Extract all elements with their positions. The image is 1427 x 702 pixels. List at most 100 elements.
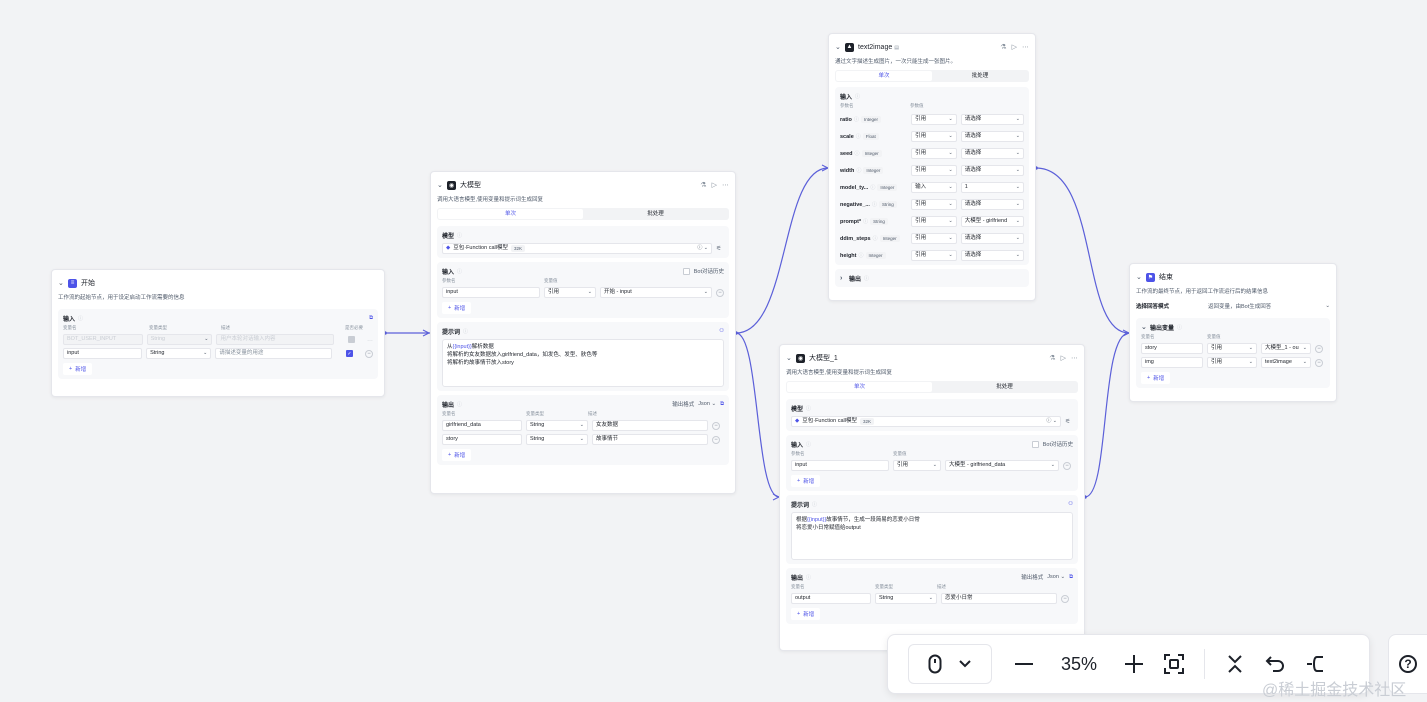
tab-batch[interactable]: 批处理 — [932, 71, 1028, 81]
edit-icon[interactable]: ⧉ — [1069, 574, 1073, 581]
end-node[interactable]: ⌄ ⚑ 结束 工作流的最终节点，用于返回工作流运行后的结果信息 选择回答模式 返… — [1129, 263, 1337, 402]
output-desc-field[interactable]: 女友数据 — [592, 420, 708, 431]
value-select[interactable]: 请选择 ⌄ — [960, 233, 1024, 244]
param-name-field[interactable]: input — [791, 460, 889, 471]
settings-icon[interactable]: ⚟ — [1065, 418, 1070, 425]
tab-single[interactable]: 单次 — [836, 71, 932, 81]
mode-select[interactable]: 引用 ⌄ — [1207, 343, 1257, 354]
remove-icon[interactable]: − — [1063, 461, 1071, 470]
prompt-editor[interactable]: 根据{{input}}故事情节，生成一段简易的恋爱小日常 将恋爱小日常赋值给ou… — [791, 512, 1073, 560]
var-name-field[interactable]: story — [1141, 343, 1203, 354]
remove-icon[interactable]: − — [365, 349, 373, 358]
value-select[interactable]: 请选择 ⌄ — [960, 114, 1024, 125]
start-node[interactable]: ⌄ ≡ 开始 工作流的起始节点，用于设定启动工作流需要的信息 输入 ⓘ ⧉ 变量名 … — [51, 269, 385, 397]
collapse-icon[interactable]: ⌄ — [437, 181, 443, 189]
debug-icon[interactable]: ⚗ — [1049, 354, 1055, 362]
more-icon[interactable]: ⋯ — [1071, 354, 1078, 362]
value-select[interactable]: 大模型 - girlfriend ⌄ — [960, 216, 1024, 227]
edit-icon[interactable]: ⧉ — [720, 401, 724, 408]
zoom-level[interactable]: 35% — [1044, 654, 1114, 675]
bot-history-checkbox[interactable] — [682, 267, 690, 275]
add-variable-button[interactable]: + 新增 — [63, 363, 93, 375]
llm1-node[interactable]: ⌄ ◉ 大模型_1 ⚗ ▷ ⋯ 调用大语言模型,使用变量和提示词生成回复 单次 批处… — [779, 344, 1085, 651]
remove-icon[interactable]: − — [1315, 344, 1323, 353]
add-output-button[interactable]: + 新增 — [442, 449, 472, 461]
mode-select[interactable]: 引用 ⌄ — [911, 250, 957, 261]
debug-icon[interactable]: ⚗ — [700, 181, 706, 189]
debug-icon[interactable]: ⚗ — [1000, 43, 1006, 51]
var-name-field[interactable]: img — [1141, 357, 1203, 368]
add-variable-button[interactable]: + 新增 — [442, 302, 472, 314]
mode-select[interactable]: 引用 ⌄ — [911, 165, 957, 176]
run-icon[interactable]: ▷ — [1061, 354, 1066, 362]
add-variable-button[interactable]: + 新增 — [1141, 372, 1171, 384]
add-variable-button[interactable]: + 新增 — [791, 475, 821, 487]
prompt-assist-icon[interactable]: ⚇ — [1068, 501, 1073, 507]
chevron-down-icon[interactable]: ⌄ — [1325, 303, 1330, 309]
output-type-select[interactable]: String ⌄ — [526, 420, 588, 431]
value-select[interactable]: 请选择 ⌄ — [960, 250, 1024, 261]
prompt-assist-icon[interactable]: ⚇ — [719, 328, 724, 334]
collapse-icon[interactable]: ⌄ — [58, 279, 64, 287]
value-select[interactable]: text2image ⌄ — [1261, 357, 1311, 368]
remove-icon[interactable]: − — [1061, 594, 1069, 603]
tab-single[interactable]: 单次 — [787, 382, 932, 392]
remove-icon[interactable]: − — [716, 288, 724, 297]
tab-batch[interactable]: 批处理 — [932, 382, 1077, 392]
output-desc-field[interactable]: 恋爱小日常 — [941, 593, 1057, 604]
zoom-in-button[interactable] — [1114, 644, 1154, 684]
answer-mode-select[interactable]: 返回变量，由Bot生成回答 — [1208, 302, 1271, 310]
value-select[interactable]: 大模型 - girlfriend_data ⌄ — [945, 460, 1059, 471]
value-select[interactable]: 大模型_1 - ou ⌄ — [1261, 343, 1311, 354]
mode-select[interactable]: 引用 ⌄ — [911, 114, 957, 125]
more-icon[interactable]: ⋯ — [1022, 43, 1029, 51]
model-select[interactable]: ◆ 豆包·Function call模型 32K ⓘ ⌄ — [442, 243, 712, 254]
output-format-select[interactable]: Json ⌄ — [1047, 574, 1065, 580]
interaction-mode-select[interactable] — [908, 644, 992, 684]
collapse-all-button[interactable] — [1215, 644, 1255, 684]
remove-icon[interactable]: − — [712, 421, 720, 430]
fit-view-button[interactable] — [1154, 644, 1194, 684]
var-type-select[interactable]: String ⌄ — [146, 348, 212, 359]
prompt-editor[interactable]: 从{{input}}解析数据 将解析的女友数据放入girlfriend_data… — [442, 339, 724, 387]
mode-select[interactable]: 引用 ⌄ — [911, 199, 957, 210]
tab-batch[interactable]: 批处理 — [583, 209, 728, 219]
mode-select[interactable]: 引用 ⌄ — [911, 131, 957, 142]
mode-select[interactable]: 引用 ⌄ — [911, 148, 957, 159]
required-checkbox[interactable]: ✓ — [346, 350, 353, 357]
output-name-field[interactable]: output — [791, 593, 871, 604]
collapse-icon[interactable]: ⌄ — [1141, 323, 1147, 331]
mode-select[interactable]: 引用 ⌄ — [544, 287, 596, 298]
model-select[interactable]: ◆ 豆包·Function call模型 32K ⓘ ⌄ — [791, 416, 1061, 427]
value-select[interactable]: 1 ⌄ — [960, 182, 1024, 193]
output-type-select[interactable]: String ⌄ — [875, 593, 937, 604]
add-output-button[interactable]: + 新增 — [791, 608, 821, 620]
collapse-icon[interactable]: ⌄ — [1136, 273, 1142, 281]
bot-history-checkbox[interactable] — [1031, 440, 1039, 448]
value-select[interactable]: 请选择 ⌄ — [960, 165, 1024, 176]
settings-icon[interactable]: ⚟ — [716, 245, 721, 252]
output-name-field[interactable]: girlfriend_data — [442, 420, 522, 431]
var-desc-field[interactable]: 请描述变量的用途 — [215, 348, 332, 359]
value-select[interactable]: 请选择 ⌄ — [960, 131, 1024, 142]
run-icon[interactable]: ▷ — [712, 181, 717, 189]
workflow-canvas[interactable]: ⌄ ≡ 开始 工作流的起始节点，用于设定启动工作流需要的信息 输入 ⓘ ⧉ 变量名 … — [0, 0, 1427, 702]
mode-select[interactable]: 输入 ⌄ — [911, 182, 957, 193]
tab-single[interactable]: 单次 — [438, 209, 583, 219]
mode-select[interactable]: 引用 ⌄ — [1207, 357, 1257, 368]
value-select[interactable]: 请选择 ⌄ — [960, 148, 1024, 159]
var-name-field[interactable]: input — [63, 348, 143, 359]
run-icon[interactable]: ▷ — [1012, 43, 1017, 51]
expand-icon[interactable]: › — [840, 275, 846, 282]
mode-select[interactable]: 引用 ⌄ — [893, 460, 941, 471]
output-type-select[interactable]: String ⌄ — [526, 434, 588, 445]
value-select[interactable]: 开始 - input ⌄ — [600, 287, 712, 298]
remove-icon[interactable]: − — [1315, 358, 1323, 367]
more-icon[interactable]: ⋯ — [722, 181, 729, 189]
edit-icon[interactable]: ⧉ — [369, 315, 373, 322]
text2image-node[interactable]: ⌄ ▲ text2image ▤ ⚗ ▷ ⋯ 通过文字描述生成图片，一次只能生成一张… — [828, 33, 1036, 301]
zoom-out-button[interactable] — [1004, 644, 1044, 684]
output-name-field[interactable]: story — [442, 434, 522, 445]
param-name-field[interactable]: input — [442, 287, 540, 298]
llm-node[interactable]: ⌄ ◉ 大模型 ⚗ ▷ ⋯ 调用大语言模型,使用变量和提示词生成回复 单次 批处理 … — [430, 171, 736, 494]
